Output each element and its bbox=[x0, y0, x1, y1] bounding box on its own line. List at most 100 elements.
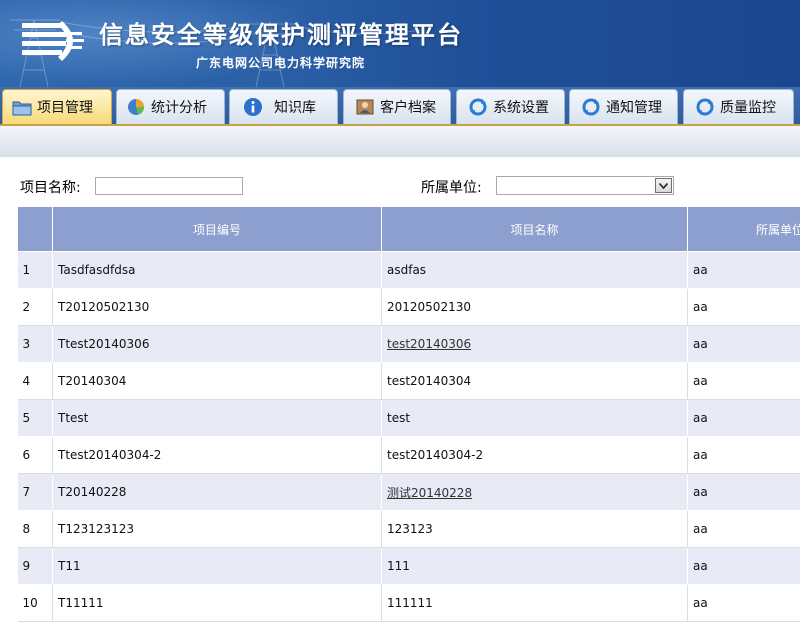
project-table: 项目编号 项目名称 所属单位 1 Tasdfasdfdsa asdfas aa 2 T20… bbox=[17, 206, 800, 622]
tab-label: 质量监控 bbox=[720, 97, 776, 117]
pie-chart-icon bbox=[125, 97, 147, 117]
organization-subtitle: 广东电网公司电力科学研究院 bbox=[196, 54, 365, 71]
cell-project-code-text: T20140228 bbox=[58, 485, 126, 499]
cell-index: 6 bbox=[18, 437, 53, 474]
column-header-project-name[interactable]: 项目名称 bbox=[382, 207, 688, 252]
cell-unit-text: aa bbox=[693, 559, 708, 573]
cell-unit: aa bbox=[688, 252, 800, 289]
table-row[interactable]: 7 T20140228 测试20140228 aa bbox=[18, 474, 800, 511]
cell-project-name: 111 bbox=[382, 548, 688, 585]
cell-project-code: Ttest20140306 bbox=[53, 326, 382, 363]
customer-icon bbox=[354, 97, 376, 117]
cell-project-name: 测试20140228 bbox=[382, 474, 688, 511]
tab-notification-management[interactable]: 通知管理 bbox=[569, 89, 678, 124]
tab-system-settings[interactable]: 系统设置 bbox=[456, 89, 565, 124]
cell-project-code: Ttest bbox=[53, 400, 382, 437]
table-row[interactable]: 10 T11111 111111 aa bbox=[18, 585, 800, 622]
cell-project-name-text: test20140304 bbox=[387, 374, 471, 388]
column-header-project-code[interactable]: 项目编号 bbox=[53, 207, 382, 252]
table-row[interactable]: 2T2012050213020120502130aa bbox=[18, 289, 800, 326]
cell-project-name: 20120502130 bbox=[382, 289, 688, 326]
table-row[interactable]: 9 T11 111 aa bbox=[18, 548, 800, 585]
cell-project-name-text: 20120502130 bbox=[387, 300, 471, 314]
cell-index-text: 6 bbox=[23, 448, 31, 462]
cell-unit: aa bbox=[688, 585, 800, 622]
cell-index-text: 7 bbox=[23, 485, 31, 499]
cell-unit-text: aa bbox=[693, 263, 708, 277]
cell-project-name-text: 123123 bbox=[387, 522, 433, 536]
cell-unit-text: aa bbox=[693, 337, 708, 351]
project-name-label: 项目名称: bbox=[20, 177, 81, 197]
cell-project-code-text: T20140304 bbox=[58, 374, 126, 388]
cell-unit: aa bbox=[688, 511, 800, 548]
cell-project-name: test20140304 bbox=[382, 363, 688, 400]
cell-project-code-text: T20120502130 bbox=[58, 300, 149, 314]
cell-project-code: Tasdfasdfdsa bbox=[53, 252, 382, 289]
cell-index: 8 bbox=[18, 511, 53, 548]
header-banner: 信息安全等级保护测评管理平台 广东电网公司电力科学研究院 bbox=[0, 0, 800, 87]
cell-project-name-text: 111111 bbox=[387, 596, 433, 610]
cell-index: 5 bbox=[18, 400, 53, 437]
cell-project-name-text: test bbox=[387, 411, 410, 425]
cell-project-code-text: Ttest20140304-2 bbox=[58, 448, 161, 462]
refresh-icon bbox=[694, 97, 716, 117]
cell-project-code: T20140304 bbox=[53, 363, 382, 400]
cell-project-name: asdfas bbox=[382, 252, 688, 289]
cell-index-text: 2 bbox=[23, 300, 31, 314]
logo-icon bbox=[20, 17, 86, 65]
cell-unit-text: aa bbox=[693, 485, 708, 499]
tab-label: 通知管理 bbox=[606, 97, 662, 117]
project-name-input[interactable] bbox=[95, 177, 243, 195]
cell-unit-text: aa bbox=[693, 596, 708, 610]
cell-project-code-text: T123123123 bbox=[58, 522, 134, 536]
tab-label: 统计分析 bbox=[151, 97, 207, 117]
tab-quality-monitoring[interactable]: 质量监控 bbox=[683, 89, 794, 124]
table-row[interactable]: 5Ttesttestaa bbox=[18, 400, 800, 437]
table-row[interactable]: 6 Ttest20140304-2 test20140304-2 aa bbox=[18, 437, 800, 474]
tab-label: 知识库 bbox=[274, 97, 316, 117]
cell-project-code-text: Tasdfasdfdsa bbox=[58, 263, 135, 277]
cell-unit-text: aa bbox=[693, 448, 708, 462]
cell-project-code-text: T11111 bbox=[58, 596, 104, 610]
column-header-index bbox=[18, 207, 53, 252]
chevron-down-icon[interactable] bbox=[655, 178, 672, 193]
cell-index: 7 bbox=[18, 474, 53, 511]
cell-project-code-text: T11 bbox=[58, 559, 81, 573]
tab-label: 系统设置 bbox=[493, 97, 549, 117]
cell-project-name: test20140306 bbox=[382, 326, 688, 363]
tab-label: 客户档案 bbox=[380, 97, 436, 117]
cell-index-text: 3 bbox=[23, 337, 31, 351]
tab-customer-files[interactable]: 客户档案 bbox=[343, 89, 451, 124]
cell-index: 1 bbox=[18, 252, 53, 289]
table-header-row: 项目编号 项目名称 所属单位 bbox=[18, 207, 800, 252]
cell-index-text: 9 bbox=[23, 559, 31, 573]
cell-index: 2 bbox=[18, 289, 53, 326]
table-row[interactable]: 3 Ttest20140306 test20140306 aa bbox=[18, 326, 800, 363]
cell-project-name-text: test20140304-2 bbox=[387, 448, 483, 462]
project-name-link[interactable]: test20140306 bbox=[387, 337, 471, 351]
column-header-unit[interactable]: 所属单位 bbox=[688, 207, 800, 252]
page-title: 信息安全等级保护测评管理平台 bbox=[99, 15, 463, 50]
project-name-link[interactable]: 测试20140228 bbox=[387, 486, 472, 500]
cell-index-text: 10 bbox=[23, 596, 38, 610]
cell-unit: aa bbox=[688, 437, 800, 474]
sub-header-strip bbox=[0, 124, 800, 157]
info-icon bbox=[242, 97, 264, 117]
table-row[interactable]: 4 T20140304 test20140304 aa bbox=[18, 363, 800, 400]
cell-project-name: test bbox=[382, 400, 688, 437]
cell-index: 4 bbox=[18, 363, 53, 400]
cell-index: 10 bbox=[18, 585, 53, 622]
tab-knowledge-base[interactable]: 知识库 bbox=[229, 89, 338, 124]
tab-label: 项目管理 bbox=[37, 97, 93, 117]
table-row[interactable]: 8 T123123123 123123 aa bbox=[18, 511, 800, 548]
tab-statistics[interactable]: 统计分析 bbox=[116, 89, 225, 124]
cell-project-code-text: Ttest bbox=[58, 411, 88, 425]
cell-project-code: T123123123 bbox=[53, 511, 382, 548]
unit-select[interactable] bbox=[496, 176, 674, 195]
tab-project-management[interactable]: 项目管理 bbox=[2, 89, 112, 124]
table-row[interactable]: 1 Tasdfasdfdsa asdfas aa bbox=[18, 252, 800, 289]
cell-project-code-text: Ttest20140306 bbox=[58, 337, 149, 351]
cell-unit: aa bbox=[688, 363, 800, 400]
search-filters: 项目名称: 所属单位: bbox=[0, 175, 800, 197]
cell-index-text: 5 bbox=[23, 411, 31, 425]
